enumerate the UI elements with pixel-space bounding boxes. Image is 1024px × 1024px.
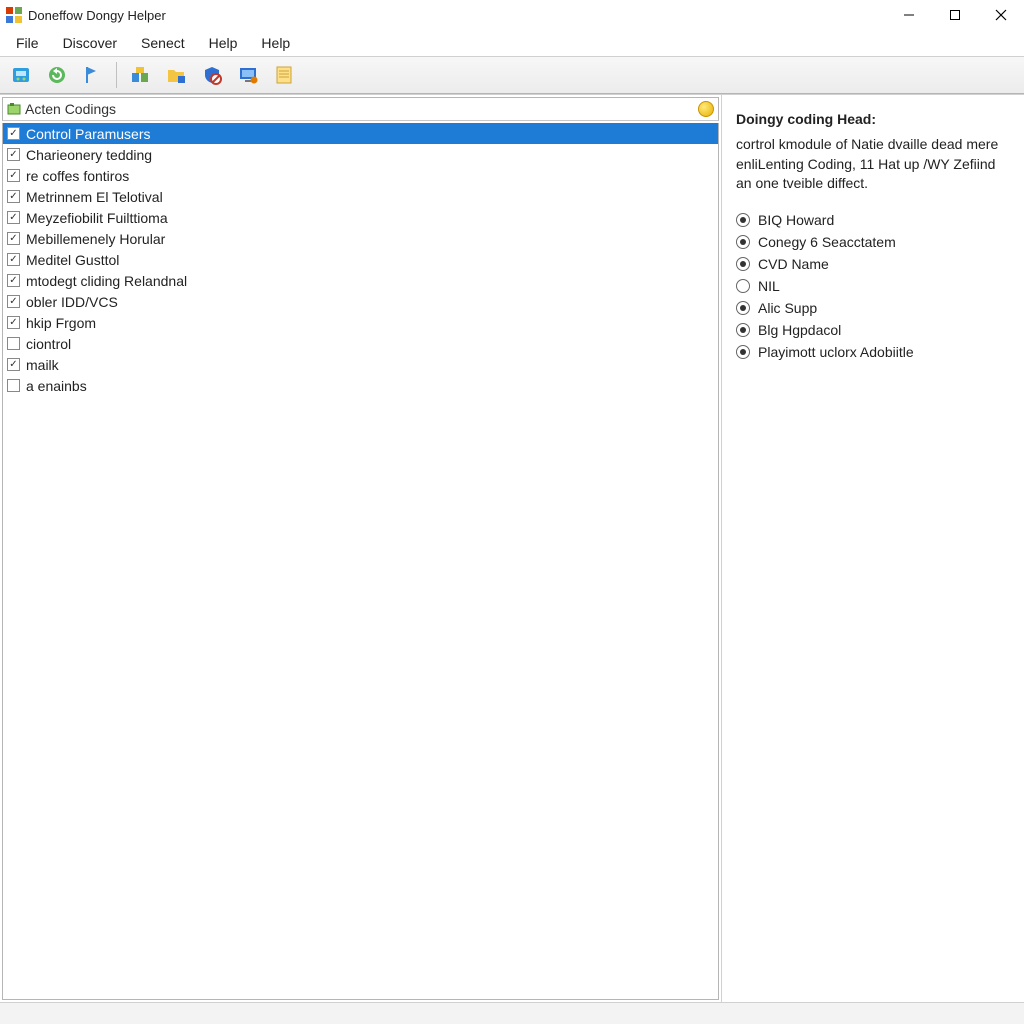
option-row[interactable]: Alic Supp bbox=[736, 300, 1010, 316]
details-panel: Doingy coding Head: cortrol kmodule of N… bbox=[722, 95, 1024, 1002]
panel-header-icon bbox=[7, 102, 21, 116]
checkbox-icon[interactable] bbox=[7, 379, 20, 392]
list-item[interactable]: Meditel Gusttol bbox=[3, 249, 718, 270]
titlebar: Doneffow Dongy Helper bbox=[0, 0, 1024, 30]
tool-flag-icon[interactable] bbox=[78, 60, 108, 90]
checkbox-icon[interactable] bbox=[7, 148, 20, 161]
option-row[interactable]: Playimott uclorx Adobiitle bbox=[736, 344, 1010, 360]
radio-icon[interactable] bbox=[736, 257, 750, 271]
list-item[interactable]: mailk bbox=[3, 354, 718, 375]
list-item-label: Charieonery tedding bbox=[26, 147, 152, 163]
list-item-label: Mebillemenely Horular bbox=[26, 231, 165, 247]
option-row[interactable]: Blg Hgpdacol bbox=[736, 322, 1010, 338]
radio-icon[interactable] bbox=[736, 279, 750, 293]
list-item-label: Control Paramusers bbox=[26, 126, 151, 142]
list-item-label: a enainbs bbox=[26, 378, 87, 394]
option-label: CVD Name bbox=[758, 256, 829, 272]
checkbox-icon[interactable] bbox=[7, 127, 20, 140]
option-label: Blg Hgpdacol bbox=[758, 322, 841, 338]
minimize-button[interactable] bbox=[886, 0, 932, 30]
checkbox-icon[interactable] bbox=[7, 211, 20, 224]
panel-title: Acten Codings bbox=[25, 101, 698, 117]
menubar: File Discover Senect Help Help bbox=[0, 30, 1024, 56]
menu-discover[interactable]: Discover bbox=[51, 32, 129, 54]
checkbox-icon[interactable] bbox=[7, 274, 20, 287]
list-item[interactable]: obler IDD/VCS bbox=[3, 291, 718, 312]
statusbar bbox=[0, 1002, 1024, 1024]
panel-header: Acten Codings bbox=[2, 97, 719, 121]
checkbox-icon[interactable] bbox=[7, 190, 20, 203]
toolbar-separator bbox=[116, 62, 117, 88]
option-row[interactable]: CVD Name bbox=[736, 256, 1010, 272]
list-item-label: ciontrol bbox=[26, 336, 71, 352]
main-area: Acten Codings Control Paramusers Charieon… bbox=[0, 94, 1024, 1002]
list-item-label: mtodegt cliding Relandnal bbox=[26, 273, 187, 289]
details-heading: Doingy coding Head: bbox=[736, 111, 1010, 127]
menu-file[interactable]: File bbox=[4, 32, 51, 54]
maximize-button[interactable] bbox=[932, 0, 978, 30]
list-item[interactable]: hkip Frgom bbox=[3, 312, 718, 333]
list-item-label: mailk bbox=[26, 357, 59, 373]
tool-shield-icon[interactable] bbox=[197, 60, 227, 90]
list-item[interactable]: re coffes fontiros bbox=[3, 165, 718, 186]
list-item[interactable]: Mebillemenely Horular bbox=[3, 228, 718, 249]
checkbox-icon[interactable] bbox=[7, 337, 20, 350]
tool-folder-icon[interactable] bbox=[161, 60, 191, 90]
menu-help-2[interactable]: Help bbox=[249, 32, 302, 54]
option-label: NIL bbox=[758, 278, 780, 294]
item-list[interactable]: Control Paramusers Charieonery tedding re … bbox=[2, 123, 719, 1000]
tool-refresh-icon[interactable] bbox=[42, 60, 72, 90]
tool-monitor-icon[interactable] bbox=[233, 60, 263, 90]
radio-icon[interactable] bbox=[736, 235, 750, 249]
radio-icon[interactable] bbox=[736, 323, 750, 337]
option-label: BIQ Howard bbox=[758, 212, 834, 228]
tool-blocks-icon[interactable] bbox=[125, 60, 155, 90]
list-item-label: Meditel Gusttol bbox=[26, 252, 119, 268]
options-list: BIQ Howard Conegy 6 Seacctatem CVD Name NIL… bbox=[736, 212, 1010, 360]
details-description: cortrol kmodule of Natie dvaille dead me… bbox=[736, 135, 1010, 194]
option-label: Conegy 6 Seacctatem bbox=[758, 234, 896, 250]
app-icon bbox=[6, 7, 22, 23]
checkbox-icon[interactable] bbox=[7, 295, 20, 308]
list-item-label: re coffes fontiros bbox=[26, 168, 129, 184]
option-row[interactable]: NIL bbox=[736, 278, 1010, 294]
list-item-label: obler IDD/VCS bbox=[26, 294, 118, 310]
checkbox-icon[interactable] bbox=[7, 358, 20, 371]
left-panel: Acten Codings Control Paramusers Charieon… bbox=[0, 95, 722, 1002]
list-item[interactable]: mtodegt cliding Relandnal bbox=[3, 270, 718, 291]
close-button[interactable] bbox=[978, 0, 1024, 30]
checkbox-icon[interactable] bbox=[7, 253, 20, 266]
list-item-label: Metrinnem El Telotival bbox=[26, 189, 163, 205]
menu-help[interactable]: Help bbox=[197, 32, 250, 54]
radio-icon[interactable] bbox=[736, 345, 750, 359]
checkbox-icon[interactable] bbox=[7, 232, 20, 245]
list-item-label: hkip Frgom bbox=[26, 315, 96, 331]
checkbox-icon[interactable] bbox=[7, 316, 20, 329]
tool-connect-icon[interactable] bbox=[6, 60, 36, 90]
radio-icon[interactable] bbox=[736, 301, 750, 315]
list-item-label: Meyzefiobilit Fuilttioma bbox=[26, 210, 168, 226]
list-item[interactable]: Metrinnem El Telotival bbox=[3, 186, 718, 207]
list-item[interactable]: Charieonery tedding bbox=[3, 144, 718, 165]
checkbox-icon[interactable] bbox=[7, 169, 20, 182]
option-row[interactable]: Conegy 6 Seacctatem bbox=[736, 234, 1010, 250]
radio-icon[interactable] bbox=[736, 213, 750, 227]
coin-icon[interactable] bbox=[698, 101, 714, 117]
option-row[interactable]: BIQ Howard bbox=[736, 212, 1010, 228]
list-item[interactable]: Meyzefiobilit Fuilttioma bbox=[3, 207, 718, 228]
window-controls bbox=[886, 0, 1024, 30]
list-item[interactable]: Control Paramusers bbox=[3, 123, 718, 144]
list-item[interactable]: a enainbs bbox=[3, 375, 718, 396]
list-item[interactable]: ciontrol bbox=[3, 333, 718, 354]
option-label: Alic Supp bbox=[758, 300, 817, 316]
toolbar bbox=[0, 56, 1024, 94]
option-label: Playimott uclorx Adobiitle bbox=[758, 344, 914, 360]
menu-senect[interactable]: Senect bbox=[129, 32, 197, 54]
window-title: Doneffow Dongy Helper bbox=[28, 8, 886, 23]
tool-notes-icon[interactable] bbox=[269, 60, 299, 90]
